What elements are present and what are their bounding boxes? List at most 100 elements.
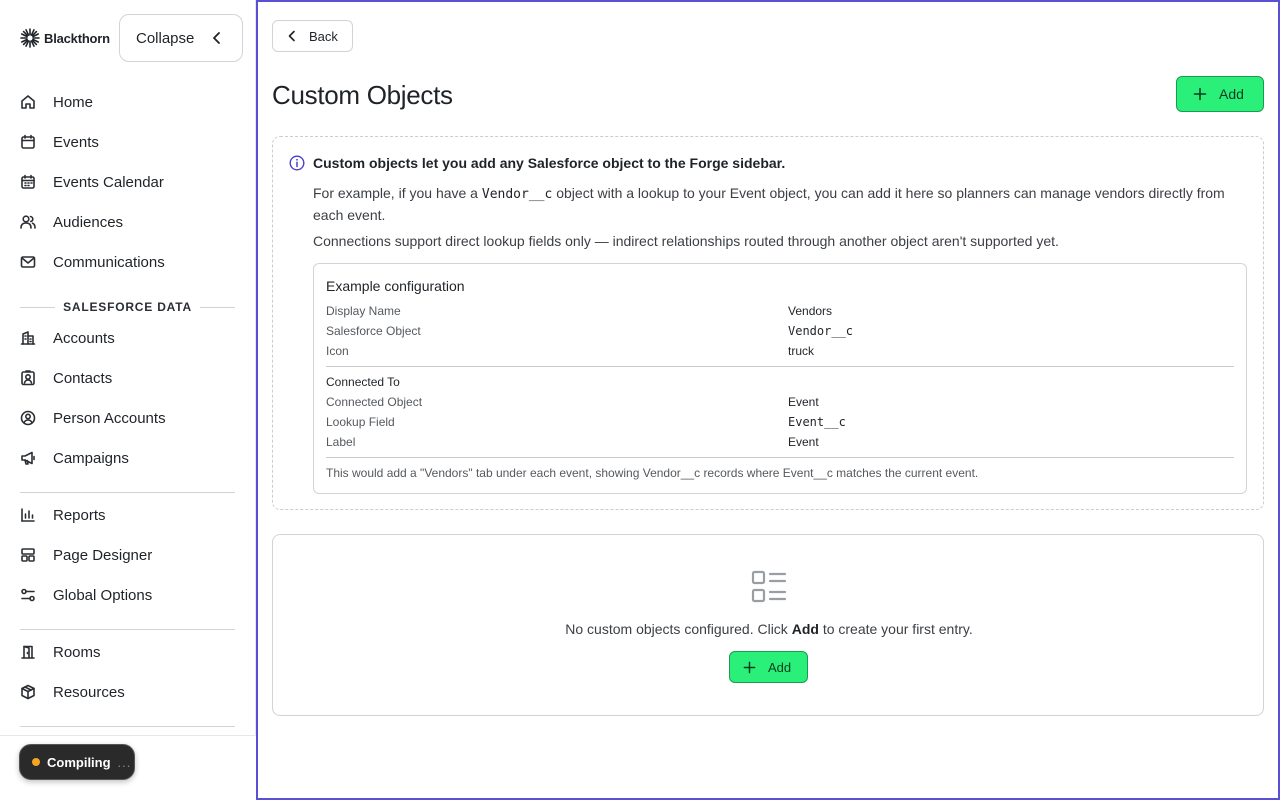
example-row: Label Event	[326, 432, 1234, 452]
person-circle-icon	[20, 409, 42, 427]
example-key: Lookup Field	[326, 415, 395, 429]
empty-text-bold: Add	[791, 621, 819, 637]
info-heading-text: Custom objects let you add any Salesforc…	[313, 155, 786, 171]
example-key: Salesforce Object	[326, 324, 421, 338]
sidebar-item-label: Rooms	[53, 643, 101, 661]
sidebar-item-label: Reports	[53, 506, 106, 524]
brand-logo[interactable]: Blackthorn	[20, 28, 110, 48]
empty-text-part: to create your first entry.	[822, 621, 973, 637]
connected-to-title: Connected To	[326, 375, 400, 389]
add-label: Add	[1219, 86, 1244, 102]
status-ellipsis: ...	[117, 754, 132, 770]
inline-code: Vendor__c	[481, 187, 553, 202]
main-content: Back Custom Objects Add Custom objects l…	[256, 0, 1280, 800]
sidebar-item-campaigns[interactable]: Campaigns	[20, 443, 235, 473]
sidebar-header: Blackthorn Collapse	[0, 0, 256, 76]
example-row: Lookup Field Event__c	[326, 412, 1234, 432]
example-title: Example configuration	[326, 278, 465, 294]
example-value: Vendor__c	[788, 324, 854, 338]
sidebar-item-communications[interactable]: Communications	[20, 247, 235, 277]
calendar-grid-icon	[20, 173, 42, 191]
empty-add-button[interactable]: Add	[729, 651, 808, 683]
sliders-icon	[20, 586, 42, 604]
example-divider	[326, 457, 1234, 458]
collapse-label: Collapse	[136, 29, 195, 47]
list-icon	[751, 570, 787, 603]
info-text: For example, if you have a	[313, 185, 478, 201]
collapse-button[interactable]: Collapse	[119, 14, 243, 62]
add-label: Add	[768, 659, 792, 675]
example-divider	[326, 366, 1234, 367]
sidebar-item-audiences[interactable]: Audiences	[20, 207, 235, 237]
contact-icon	[20, 369, 42, 387]
section-title-label: SALESFORCE DATA	[63, 300, 192, 314]
example-value: Event	[788, 395, 819, 409]
building-icon	[20, 329, 42, 347]
chevron-left-icon	[288, 30, 295, 42]
sidebar-divider	[20, 492, 235, 493]
example-value: truck	[788, 344, 815, 358]
example-key: Connected Object	[326, 395, 423, 409]
example-key: Display Name	[326, 304, 401, 318]
example-key: Label	[326, 435, 356, 449]
info-paragraph-limitation: Connections support direct lookup fields…	[313, 233, 1059, 249]
example-value: Vendors	[788, 304, 833, 318]
sidebar-item-home[interactable]: Home	[20, 87, 235, 117]
sidebar-item-label: Campaigns	[53, 449, 129, 467]
plus-icon	[743, 661, 756, 673]
sidebar-item-label: Events	[53, 133, 99, 151]
info-panel: Custom objects let you add any Salesforc…	[272, 136, 1264, 510]
sidebar-item-contacts[interactable]: Contacts	[20, 363, 235, 393]
brand-name: Blackthorn	[44, 30, 110, 46]
sidebar-item-resources[interactable]: Resources	[20, 677, 235, 707]
users-icon	[20, 213, 42, 231]
example-key: Icon	[326, 344, 349, 358]
back-button[interactable]: Back	[272, 20, 353, 52]
package-icon	[20, 683, 42, 701]
info-heading: Custom objects let you add any Salesforc…	[289, 155, 785, 171]
calendar-icon	[20, 133, 42, 151]
sidebar-item-rooms[interactable]: Rooms	[20, 637, 235, 667]
layout-icon	[20, 546, 42, 564]
chevron-left-icon	[213, 32, 220, 44]
section-divider	[20, 306, 56, 308]
compiling-status-toast[interactable]: Compiling ...	[19, 744, 135, 780]
example-value: Event__c	[788, 415, 846, 429]
empty-state-panel: No custom objects configured. Click Add …	[272, 534, 1264, 716]
example-row: Display Name Vendors	[326, 301, 1234, 321]
example-row: Salesforce Object Vendor__c	[326, 321, 1234, 341]
back-label: Back	[309, 28, 338, 44]
sidebar-divider	[20, 629, 235, 630]
sidebar-item-label: Global Options	[53, 586, 153, 604]
sidebar-item-events[interactable]: Events	[20, 127, 235, 157]
plus-icon	[1193, 87, 1207, 101]
sidebar-item-person-accounts[interactable]: Person Accounts	[20, 403, 235, 433]
example-row: Icon truck	[326, 341, 1234, 361]
bar-chart-icon	[20, 506, 42, 524]
sidebar-item-label: Events Calendar	[53, 173, 164, 191]
sidebar-item-global-options[interactable]: Global Options	[20, 580, 235, 610]
add-button[interactable]: Add	[1176, 76, 1264, 112]
sidebar-item-page-designer[interactable]: Page Designer	[20, 540, 235, 570]
sidebar-item-accounts[interactable]: Accounts	[20, 323, 235, 353]
sidebar-item-label: Communications	[53, 253, 165, 271]
mail-icon	[20, 253, 42, 271]
sidebar-item-label: Home	[53, 93, 94, 111]
sidebar-item-events-calendar[interactable]: Events Calendar	[20, 167, 235, 197]
blackthorn-logo-icon	[20, 28, 40, 48]
megaphone-icon	[20, 449, 42, 467]
info-icon	[289, 155, 305, 171]
section-divider	[199, 306, 236, 308]
sidebar-item-label: Contacts	[53, 369, 113, 387]
sidebar: Blackthorn Collapse Home Events Events C…	[0, 0, 256, 800]
home-icon	[20, 93, 42, 111]
example-configuration-card: Example configuration Display Name Vendo…	[313, 263, 1247, 494]
info-paragraph-example: For example, if you have a Vendor__c obj…	[313, 183, 1253, 225]
sidebar-item-label: Resources	[53, 683, 125, 701]
example-value: Event	[788, 435, 819, 449]
sidebar-item-label: Person Accounts	[53, 409, 166, 427]
example-note: This would add a "Vendors" tab under eac…	[326, 466, 979, 480]
sidebar-item-reports[interactable]: Reports	[20, 500, 235, 530]
section-title-salesforce-data: SALESFORCE DATA	[20, 298, 236, 316]
page-title: Custom Objects	[272, 80, 453, 110]
